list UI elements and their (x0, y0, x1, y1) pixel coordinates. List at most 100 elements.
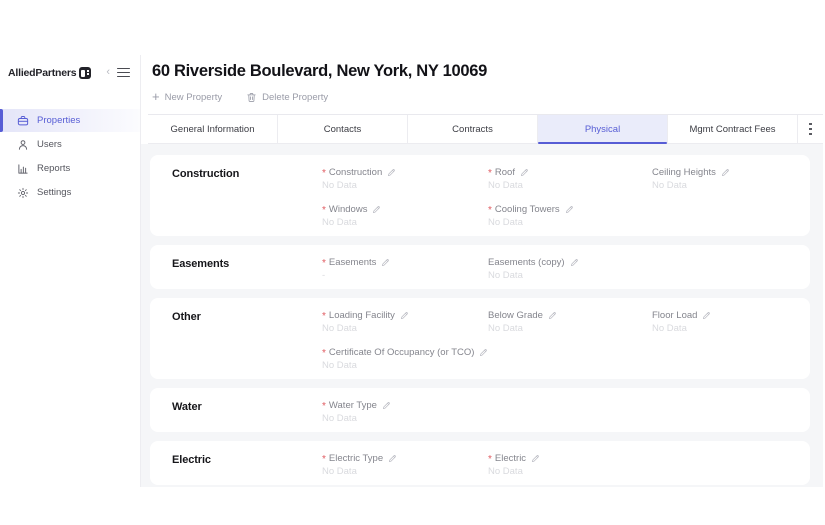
field-label: Easements (copy) (488, 257, 565, 268)
user-icon (17, 139, 29, 151)
header: 60 Riverside Boulevard, New York, NY 100… (141, 55, 823, 105)
plus-icon: + (152, 89, 160, 104)
collapse-sidebar-icon[interactable]: ‹ (106, 67, 110, 78)
edit-pencil-icon[interactable] (548, 311, 557, 320)
field-value: No Data (322, 217, 357, 228)
tab-contacts[interactable]: Contacts (277, 115, 407, 143)
logo-row: AlliedPartners ‹ (0, 55, 140, 81)
sidebar-item-label: Settings (37, 187, 72, 198)
new-property-button[interactable]: + New Property (152, 89, 223, 104)
trash-icon (246, 92, 257, 103)
section-card-construction: Construction * Construction No Data * Roof No … (150, 155, 810, 236)
required-marker: * (488, 204, 492, 216)
section-title: Water (172, 401, 202, 413)
field-label: Water Type (328, 400, 377, 411)
field-label: Windows (328, 204, 368, 215)
field-value: No Data (488, 180, 523, 191)
field-value: - (322, 270, 326, 281)
tab-label: Physical (584, 123, 621, 135)
tab-bar: General Information Contacts Contracts Phys… (148, 114, 823, 144)
sidebar-item-settings[interactable]: Settings (0, 181, 140, 204)
required-marker: * (322, 310, 326, 322)
required-marker: * (488, 453, 492, 465)
page-title: 60 Riverside Boulevard, New York, NY 100… (152, 62, 487, 80)
sidebar-item-label: Properties (37, 115, 81, 126)
tab-label: General Information (170, 123, 255, 135)
edit-pencil-icon[interactable] (387, 168, 396, 177)
field-value: No Data (652, 180, 687, 191)
field-label: Floor Load (652, 310, 698, 321)
edit-pencil-icon[interactable] (400, 311, 409, 320)
edit-pencil-icon[interactable] (372, 205, 381, 214)
edit-pencil-icon[interactable] (531, 454, 540, 463)
sidebar-item-label: Users (37, 139, 62, 150)
field-windows: * Windows No Data (322, 203, 488, 229)
section-card-easements: Easements * Easements - Easements (copy) No D… (150, 245, 810, 289)
field-loading-facility: * Loading Facility No Data (322, 309, 488, 335)
field-label: Ceiling Heights (652, 167, 716, 178)
more-options-icon[interactable] (797, 115, 823, 143)
field-easements-copy-: Easements (copy) No Data (488, 256, 652, 282)
tab-label: Contacts (323, 123, 362, 135)
edit-pencil-icon[interactable] (702, 311, 711, 320)
field-water-type: * Water Type No Data (322, 399, 488, 425)
header-actions: + New Property Delete Property (152, 89, 823, 105)
tab-contracts[interactable]: Contracts (407, 115, 537, 143)
sidebar-item-reports[interactable]: Reports (0, 157, 140, 180)
field-value: No Data (488, 323, 523, 334)
edit-pencil-icon[interactable] (381, 258, 390, 267)
tab-mgmt-contract-fees[interactable]: Mgmt Contract Fees (667, 115, 797, 143)
field-electric-type: * Electric Type No Data (322, 452, 488, 478)
logo-icon (79, 66, 92, 79)
field-label: Certificate Of Occupancy (or TCO) (328, 347, 475, 358)
edit-pencil-icon[interactable] (520, 168, 529, 177)
delete-property-button[interactable]: Delete Property (246, 92, 328, 103)
tab-general-information[interactable]: General Information (148, 115, 277, 143)
sidebar-nav: Properties Users Reports Settings (0, 109, 140, 204)
tab-label: Contracts (452, 123, 493, 135)
field-electric: * Electric No Data (488, 452, 652, 478)
edit-pencil-icon[interactable] (382, 401, 391, 410)
field-label: Roof (494, 167, 515, 178)
required-marker: * (322, 400, 326, 412)
new-property-label: New Property (164, 91, 223, 103)
field-label: Construction (328, 167, 383, 178)
required-marker: * (322, 453, 326, 465)
section-card-other: Other * Loading Facility No Data Below Grade… (150, 298, 810, 379)
field-cooling-towers: * Cooling Towers No Data (488, 203, 652, 229)
sidebar: AlliedPartners ‹ Properties Users Reports S… (0, 55, 141, 487)
field-floor-load: Floor Load No Data (652, 309, 810, 335)
section-title: Construction (172, 168, 240, 180)
edit-pencil-icon[interactable] (565, 205, 574, 214)
required-marker: * (322, 257, 326, 269)
field-certificate-of-occupancy-or-tco-: * Certificate Of Occupancy (or TCO) No Dat… (322, 346, 488, 372)
field-value: No Data (322, 413, 357, 424)
sidebar-item-label: Reports (37, 163, 71, 174)
field-value: No Data (322, 466, 357, 477)
bar-chart-icon (17, 163, 29, 175)
sidebar-item-properties[interactable]: Properties (0, 109, 140, 132)
edit-pencil-icon[interactable] (570, 258, 579, 267)
field-construction: * Construction No Data (322, 166, 488, 192)
sidebar-item-users[interactable]: Users (0, 133, 140, 156)
edit-pencil-icon[interactable] (479, 348, 488, 357)
field-value: No Data (322, 180, 357, 191)
section-title: Easements (172, 258, 230, 270)
field-ceiling-heights: Ceiling Heights No Data (652, 166, 810, 192)
delete-property-label: Delete Property (262, 91, 329, 103)
field-easements: * Easements - (322, 256, 488, 282)
edit-pencil-icon[interactable] (388, 454, 397, 463)
field-label: Loading Facility (328, 310, 395, 321)
section-title: Other (172, 311, 201, 323)
tab-label: Mgmt Contract Fees (689, 123, 776, 135)
tab-physical[interactable]: Physical (537, 115, 667, 144)
menu-icon[interactable] (117, 68, 130, 77)
section-card-water: Water * Water Type No Data (150, 388, 810, 432)
main-area: 60 Riverside Boulevard, New York, NY 100… (141, 55, 823, 487)
section-title: Electric (172, 454, 211, 466)
field-value: No Data (322, 323, 357, 334)
required-marker: * (322, 167, 326, 179)
field-below-grade: Below Grade No Data (488, 309, 652, 335)
field-label: Easements (328, 257, 377, 268)
edit-pencil-icon[interactable] (721, 168, 730, 177)
